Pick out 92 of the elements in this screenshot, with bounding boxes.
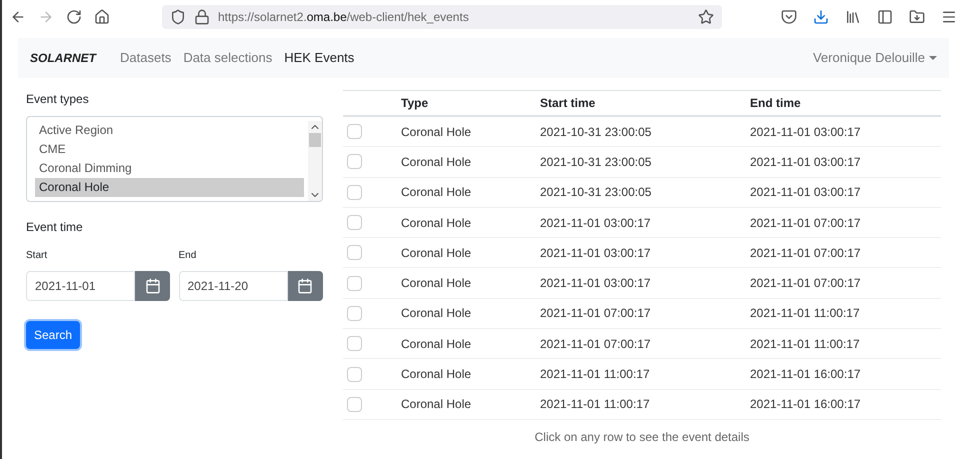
row-checkbox[interactable]	[347, 154, 362, 170]
url-text: https://solarnet2.oma.be/web-client/hek_events	[218, 9, 469, 26]
table-row[interactable]: Coronal Hole 2021-11-01 07:00:17 2021-11-01 11:00:17	[343, 329, 941, 360]
row-checkbox[interactable]	[347, 215, 362, 230]
event-type-option[interactable]: Active Region	[35, 121, 304, 140]
address-bar[interactable]: https://solarnet2.oma.be/web-client/hek_events	[162, 5, 722, 29]
row-checkbox[interactable]	[347, 184, 362, 200]
column-header: Type	[401, 96, 428, 110]
table-cell: 2021-11-01 11:00:17	[750, 306, 860, 320]
caret-icon	[929, 56, 937, 60]
brand-logo[interactable]: SOLARNET	[30, 49, 96, 67]
table-cell: 2021-11-01 11:00:17	[540, 367, 650, 382]
table-cell: 2021-11-01 11:00:17	[540, 397, 650, 412]
calendar-button[interactable]	[288, 271, 322, 301]
row-checkbox[interactable]	[347, 336, 362, 352]
table-cell: Coronal Hole	[401, 124, 472, 139]
date-label: End	[178, 249, 198, 263]
pocket-icon[interactable]	[781, 9, 797, 25]
scrollbar[interactable]	[308, 121, 322, 201]
table-cell: 2021-10-31 23:00:05	[540, 185, 652, 200]
column-header: Start time	[540, 96, 596, 110]
table-cell: Coronal Hole	[401, 336, 472, 351]
table-cell: Coronal Hole	[401, 246, 472, 260]
scroll-thumb[interactable]	[309, 133, 321, 147]
search-button[interactable]: Search	[26, 321, 80, 349]
table-cell: 2021-11-01 07:00:17	[540, 336, 651, 351]
lock-icon	[194, 9, 210, 25]
table-cell: Coronal Hole	[401, 185, 472, 200]
calendar-icon	[297, 278, 313, 294]
nav-link[interactable]: Data selections	[183, 48, 272, 68]
bookmark-star-icon[interactable]	[698, 9, 714, 25]
table-row[interactable]: Coronal Hole 2021-10-31 23:00:05 2021-11-01 03:00:17	[343, 178, 941, 208]
row-checkbox[interactable]	[347, 124, 362, 140]
reload-icon[interactable]	[66, 9, 82, 25]
table-cell: 2021-11-01 03:00:17	[750, 124, 861, 139]
table-cell: 2021-11-01 03:00:17	[540, 216, 651, 230]
nav-link[interactable]: Datasets	[120, 48, 172, 68]
table-cell: 2021-11-01 07:00:17	[750, 276, 861, 290]
event-time-label: Event time	[26, 219, 84, 236]
date-field[interactable]: 2021-11-01	[26, 271, 135, 301]
table-row[interactable]: Coronal Hole 2021-11-01 11:00:17 2021-11-01 16:00:17	[343, 359, 941, 390]
back-icon[interactable]	[10, 9, 26, 25]
calendar-icon	[144, 278, 160, 294]
user-menu[interactable]: Veronique Delouille	[812, 48, 937, 68]
event-types-label: Event types	[26, 91, 90, 108]
row-checkbox[interactable]	[347, 276, 362, 291]
table-cell: 2021-11-01 03:00:17	[750, 185, 861, 200]
event-type-option[interactable]: Coronal Dimming	[35, 159, 304, 178]
table-row[interactable]: Coronal Hole 2021-10-31 23:00:05 2021-11-01 03:00:17	[343, 147, 941, 178]
date-label: Start	[26, 249, 48, 263]
event-type-list[interactable]: Active Region CME Coronal Dimming Coronal Hole	[26, 116, 323, 202]
table-cell: 2021-11-01 03:00:17	[750, 154, 861, 169]
shield-icon	[170, 9, 186, 25]
table-cell: Coronal Hole	[401, 397, 472, 412]
table-hint: Click on any row to see the event details	[534, 428, 750, 446]
row-checkbox[interactable]	[347, 366, 362, 382]
library-icon[interactable]	[845, 9, 861, 25]
table-cell: 2021-11-01 07:00:17	[540, 306, 651, 320]
table-cell: 2021-11-01 03:00:17	[540, 246, 651, 260]
date-field[interactable]: 2021-11-20	[178, 271, 288, 301]
table-row[interactable]: Coronal Hole 2021-11-01 03:00:17 2021-11-01 07:00:17	[343, 268, 941, 299]
event-type-option[interactable]: Coronal Hole	[35, 178, 304, 197]
table-cell: Coronal Hole	[401, 367, 472, 382]
table-cell: 2021-11-01 11:00:17	[750, 336, 860, 351]
table-cell: 2021-10-31 23:00:05	[540, 124, 652, 139]
table-cell: Coronal Hole	[401, 276, 472, 290]
home-icon[interactable]	[94, 9, 110, 25]
table-cell: 2021-11-01 16:00:17	[750, 397, 861, 412]
sidebar-icon[interactable]	[877, 9, 893, 25]
nav-link[interactable]: HEK Events	[284, 48, 354, 68]
download-icon[interactable]	[813, 9, 829, 25]
event-type-option[interactable]: CME	[35, 140, 304, 159]
table-cell: 2021-11-01 16:00:17	[750, 367, 861, 382]
table-row[interactable]: Coronal Hole 2021-11-01 03:00:17 2021-11-01 07:00:17	[343, 238, 941, 268]
table-cell: Coronal Hole	[401, 306, 472, 320]
column-header: End time	[750, 96, 801, 110]
folder-icon[interactable]	[909, 9, 925, 25]
table-cell: 2021-11-01 07:00:17	[750, 216, 861, 230]
table-cell: 2021-10-31 23:00:05	[540, 154, 652, 169]
menu-icon[interactable]	[941, 9, 957, 25]
table-cell: 2021-11-01 07:00:17	[750, 246, 861, 260]
table-cell: Coronal Hole	[401, 216, 472, 230]
row-checkbox[interactable]	[347, 396, 362, 412]
table-cell: Coronal Hole	[401, 154, 472, 169]
calendar-button[interactable]	[135, 271, 170, 301]
table-row[interactable]: Coronal Hole 2021-10-31 23:00:05 2021-11-01 03:00:17	[343, 117, 941, 148]
row-checkbox[interactable]	[347, 245, 362, 260]
table-row[interactable]: Coronal Hole 2021-11-01 03:00:17 2021-11-01 07:00:17	[343, 208, 941, 238]
table-row[interactable]: Coronal Hole 2021-11-01 07:00:17 2021-11-01 11:00:17	[343, 298, 941, 330]
row-checkbox[interactable]	[347, 306, 362, 321]
table-cell: 2021-11-01 03:00:17	[540, 276, 651, 290]
table-row[interactable]: Coronal Hole 2021-11-01 11:00:17 2021-11-01 16:00:17	[343, 390, 941, 420]
